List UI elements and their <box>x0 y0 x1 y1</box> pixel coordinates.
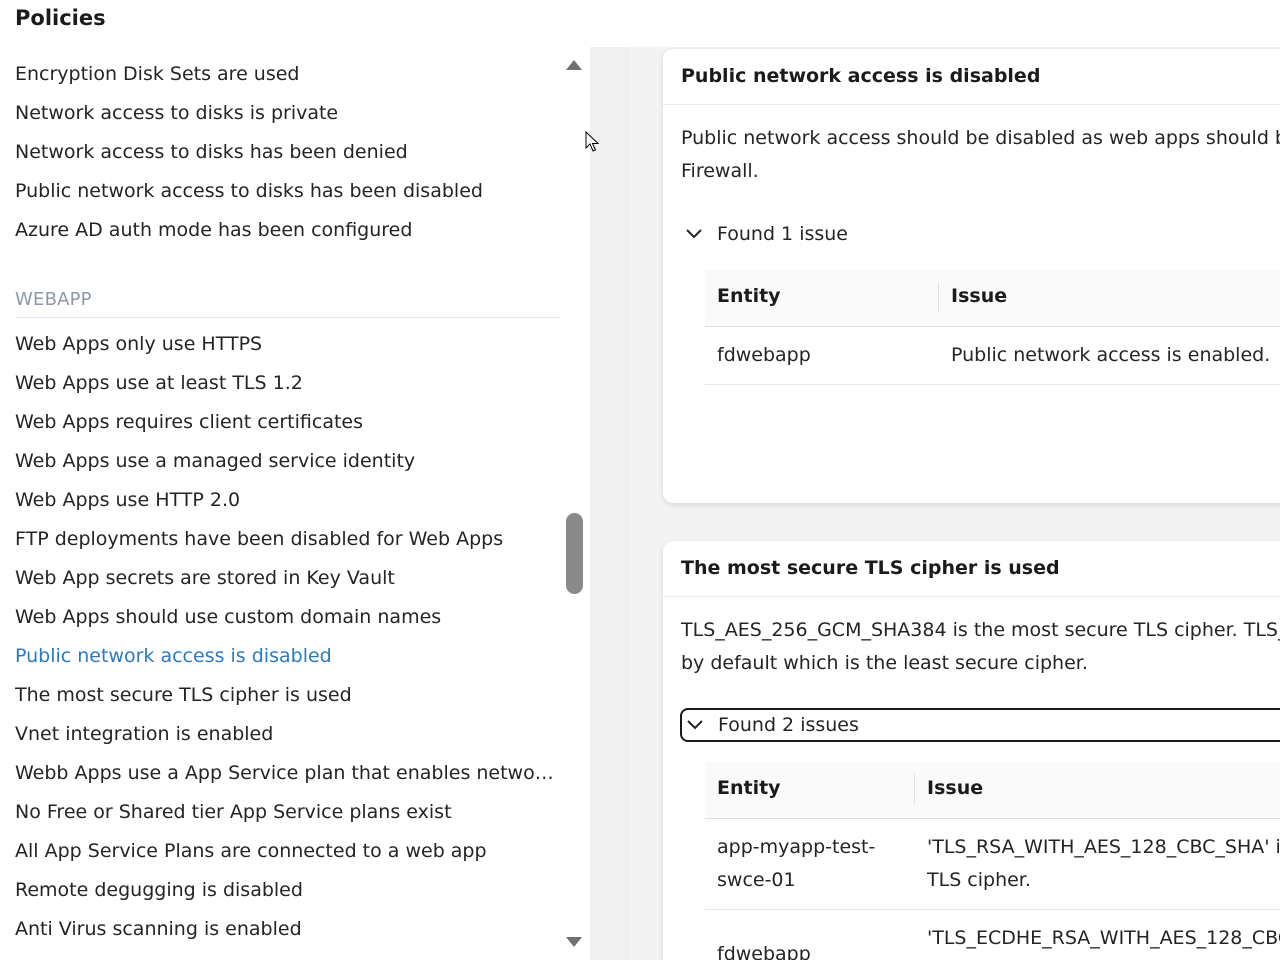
content-gutter <box>590 47 630 960</box>
sidebar-item[interactable]: The most secure TLS cipher is used <box>15 682 560 708</box>
table-row: fdwebapp Public network access is enable… <box>705 327 1280 385</box>
policy-card-public-network-access: Public network access is disabled Public… <box>663 49 1280 503</box>
sidebar-item[interactable]: Network access to disks is private <box>15 100 560 126</box>
card-description: TLS_AES_256_GCM_SHA384 is the most secur… <box>681 614 1280 680</box>
sidebar-item[interactable]: Web App secrets are stored in Key Vault <box>15 565 560 591</box>
table-row: fdwebapp 'TLS_ECDHE_RSA_WITH_AES_128_CBC… <box>705 910 1280 960</box>
sidebar-item[interactable]: Vnet integration is enabled <box>15 721 560 747</box>
page-title: Policies <box>15 6 106 30</box>
chevron-down-icon <box>682 719 718 731</box>
sidebar-item[interactable]: Web Apps only use HTTPS <box>15 331 560 357</box>
card-title: Public network access is disabled <box>681 65 1041 87</box>
table-row: app-myapp-test- swce-01 'TLS_RSA_WITH_AE… <box>705 819 1280 910</box>
section-header-webapp: WEBAPP <box>15 289 92 310</box>
column-header-issue: Issue <box>927 777 984 799</box>
mouse-pointer-icon <box>585 131 599 152</box>
sidebar-item[interactable]: Web Apps use at least TLS 1.2 <box>15 370 560 396</box>
found-issues-label: Found 2 issues <box>718 714 859 736</box>
section-divider <box>15 317 560 318</box>
column-separator <box>938 282 939 312</box>
scroll-down-arrow-icon[interactable] <box>566 937 582 947</box>
entity-line: swce-01 <box>717 869 796 891</box>
found-issues-label: Found 1 issue <box>717 223 848 245</box>
sidebar-item[interactable]: Remote degugging is disabled <box>15 877 560 903</box>
description-line: TLS_AES_256_GCM_SHA384 is the most secur… <box>681 619 1280 641</box>
issue-line: TLS cipher. <box>927 869 1031 891</box>
sidebar-item[interactable]: No Free or Shared tier App Service plans… <box>15 799 560 825</box>
column-header-entity: Entity <box>717 285 781 307</box>
description-line: Firewall. <box>681 160 759 182</box>
entity-line: app-myapp-test- <box>717 836 876 858</box>
issue-cell: 'TLS_ECDHE_RSA_WITH_AES_128_CBC_ <box>927 927 1280 949</box>
policy-card-tls-cipher: The most secure TLS cipher is used TLS_A… <box>663 541 1280 960</box>
sidebar-item-active[interactable]: Public network access is disabled <box>15 643 560 669</box>
column-header-entity: Entity <box>717 777 781 799</box>
table-header-row: Entity Issue <box>705 270 1280 327</box>
column-header-issue: Issue <box>951 285 1008 307</box>
found-issues-toggle[interactable]: Found 2 issues <box>680 708 1280 742</box>
sidebar-item[interactable]: All App Service Plans are connected to a… <box>15 838 560 864</box>
entity-cell: app-myapp-test- swce-01 <box>717 831 875 897</box>
card-description: Public network access should be disabled… <box>681 122 1280 188</box>
sidebar-item[interactable]: Anti Virus scanning is enabled <box>15 916 560 942</box>
issue-line: 'TLS_RSA_WITH_AES_128_CBC_SHA' is <box>927 836 1280 858</box>
sidebar-item[interactable]: Network access to disks has been denied <box>15 139 560 165</box>
policy-details-pane: Public network access is disabled Public… <box>590 47 1280 960</box>
sidebar-item[interactable]: Web Apps requires client certificates <box>15 409 560 435</box>
issue-cell: 'TLS_RSA_WITH_AES_128_CBC_SHA' is TLS ci… <box>927 831 1280 897</box>
card-divider <box>663 104 1280 105</box>
found-issues-toggle[interactable]: Found 1 issue <box>681 217 1280 251</box>
column-separator <box>914 774 915 804</box>
entity-cell: fdwebapp <box>717 344 811 366</box>
chevron-down-icon <box>681 228 717 240</box>
sidebar-item[interactable]: Webb Apps use a App Service plan that en… <box>15 760 560 786</box>
description-line: Public network access should be disabled… <box>681 127 1280 149</box>
table-header-row: Entity Issue <box>705 762 1280 819</box>
sidebar-item[interactable]: Web Apps should use custom domain names <box>15 604 560 630</box>
issue-cell: Public network access is enabled. <box>951 344 1271 366</box>
sidebar-item[interactable]: Web Apps use HTTP 2.0 <box>15 487 560 513</box>
scroll-up-arrow-icon[interactable] <box>566 60 582 70</box>
card-divider <box>663 596 1280 597</box>
sidebar-item[interactable]: Azure AD auth mode has been configured <box>15 217 560 243</box>
card-title: The most secure TLS cipher is used <box>681 557 1060 579</box>
policy-sidebar: Encryption Disk Sets are used Network ac… <box>0 47 590 960</box>
sidebar-item[interactable]: Web Apps use a managed service identity <box>15 448 560 474</box>
sidebar-item[interactable]: FTP deployments have been disabled for W… <box>15 526 560 552</box>
sidebar-item[interactable]: Public network access to disks has been … <box>15 178 560 204</box>
scrollbar-thumb[interactable] <box>566 513 583 594</box>
entity-cell: fdwebapp <box>717 943 811 960</box>
sidebar-item[interactable]: Encryption Disk Sets are used <box>15 61 560 87</box>
description-line: by default which is the least secure cip… <box>681 652 1088 674</box>
